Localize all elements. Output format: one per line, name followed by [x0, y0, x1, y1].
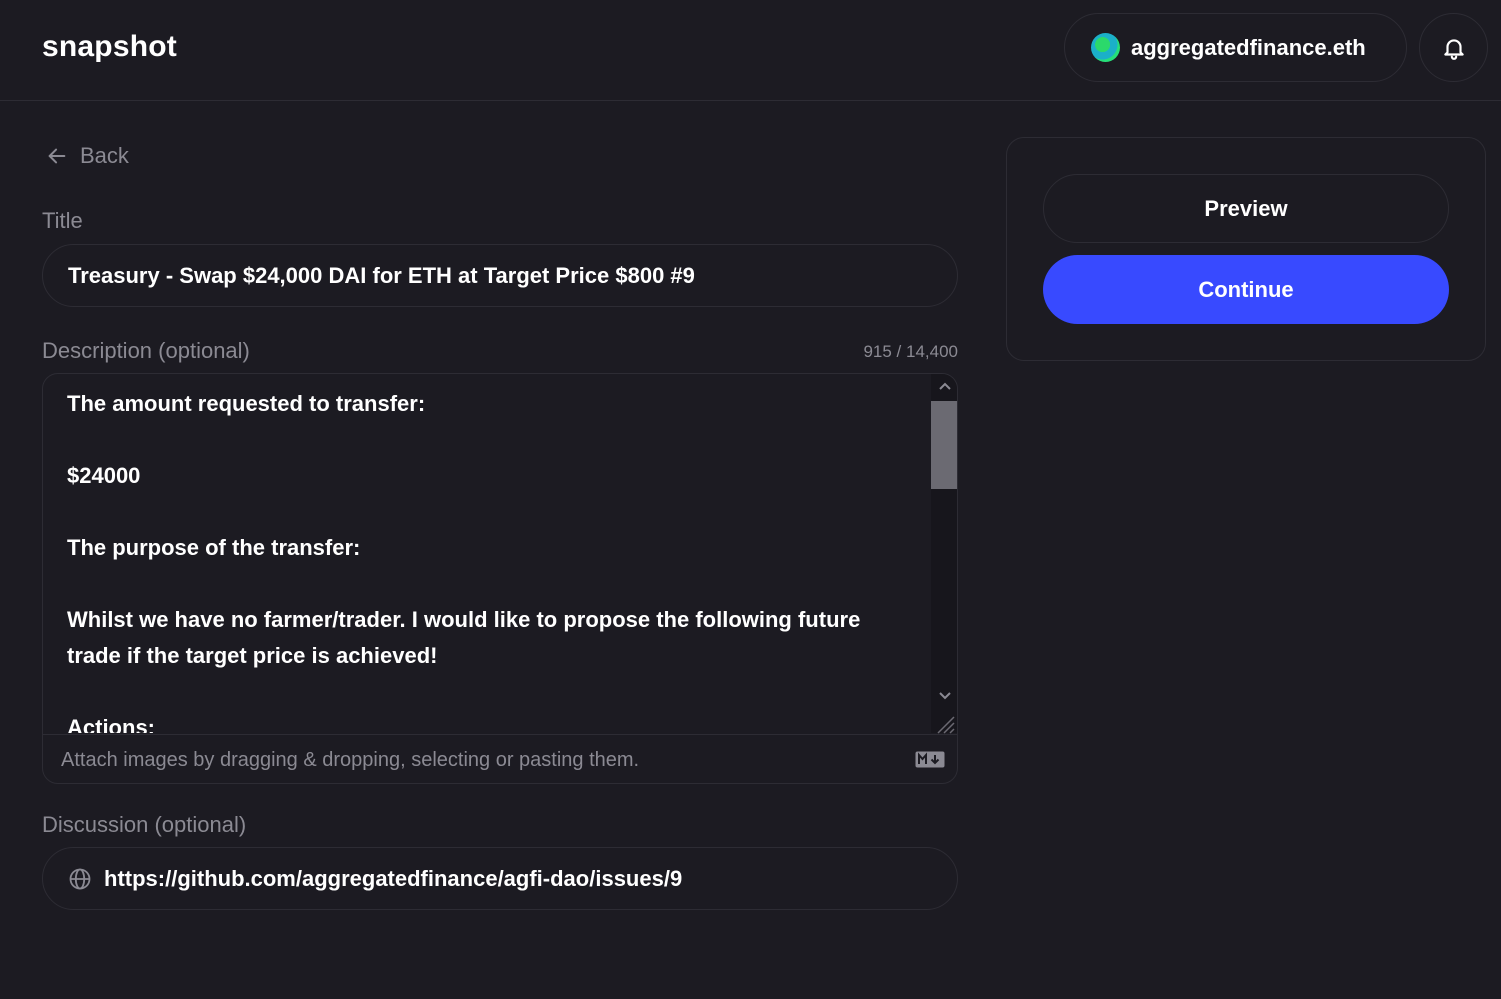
back-link[interactable]: Back: [46, 140, 129, 172]
title-value: Treasury - Swap $24,000 DAI for ETH at T…: [68, 262, 695, 288]
globe-icon: [69, 868, 91, 889]
description-line: Actions:: [67, 715, 155, 733]
title-label: Title: [42, 208, 83, 233]
scroll-down-button[interactable]: [931, 684, 957, 708]
top-bar: snapshot aggregatedfinance.eth: [0, 0, 1501, 101]
back-label: Back: [80, 143, 129, 168]
description-textarea[interactable]: The amount requested to transfer: $24000…: [67, 386, 917, 733]
discussion-value: https://github.com/aggregatedfinance/agf…: [104, 865, 683, 891]
scroll-up-button[interactable]: [931, 374, 957, 398]
arrow-left-icon: [48, 148, 66, 164]
bell-icon: [1443, 38, 1464, 60]
markdown-icon: [915, 751, 945, 768]
title-input[interactable]: Treasury - Swap $24,000 DAI for ETH at T…: [42, 244, 958, 307]
notifications-button[interactable]: [1419, 13, 1488, 82]
character-counter: 915 / 14,400: [863, 342, 958, 361]
resize-icon[interactable]: [933, 712, 955, 734]
scroll-thumb[interactable]: [931, 401, 957, 489]
preview-button[interactable]: Preview: [1043, 174, 1449, 243]
chevron-down-icon: [938, 692, 951, 700]
description-label: Description (optional): [42, 338, 250, 363]
description-line: The purpose of the transfer:: [67, 535, 361, 560]
snapshot-logo[interactable]: snapshot: [42, 30, 177, 64]
attach-images-bar[interactable]: Attach images by dragging & dropping, se…: [43, 734, 957, 783]
discussion-input[interactable]: https://github.com/aggregatedfinance/agf…: [42, 847, 958, 910]
discussion-label: Discussion (optional): [42, 812, 247, 837]
description-line: The amount requested to transfer:: [67, 391, 426, 416]
description-scrollbar[interactable]: [931, 374, 957, 733]
description-editor[interactable]: The amount requested to transfer: $24000…: [42, 373, 958, 784]
continue-button[interactable]: Continue: [1043, 255, 1449, 324]
actions-card: Preview Continue: [1006, 137, 1486, 361]
chevron-up-icon: [938, 382, 951, 390]
avatar: [1091, 33, 1120, 62]
description-line: $24000: [67, 463, 141, 488]
account-button[interactable]: aggregatedfinance.eth: [1064, 13, 1407, 82]
description-line: Whilst we have no farmer/trader. I would…: [67, 607, 861, 668]
attach-hint: Attach images by dragging & dropping, se…: [61, 748, 640, 771]
account-name: aggregatedfinance.eth: [1131, 34, 1366, 60]
